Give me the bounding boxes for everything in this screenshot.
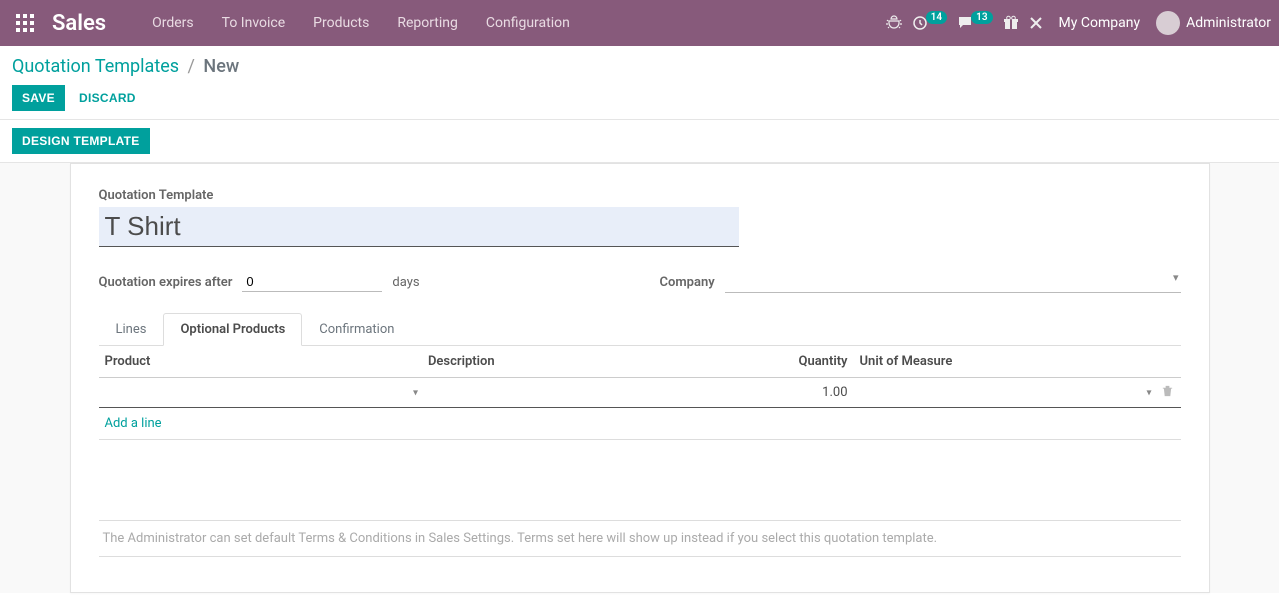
add-line-link[interactable]: Add a line [105,416,162,431]
menu-products[interactable]: Products [301,9,381,37]
main-menu: Orders To Invoice Products Reporting Con… [140,9,582,37]
template-name-label: Quotation Template [99,188,1181,203]
company-selector[interactable]: My Company [1053,15,1147,31]
col-uom: Unit of Measure [854,346,1156,378]
app-brand[interactable]: Sales [48,11,110,36]
apps-icon[interactable] [8,6,42,40]
col-product: Product [99,346,422,378]
tab-confirmation[interactable]: Confirmation [302,313,411,346]
gift-icon[interactable] [1003,15,1019,31]
user-menu[interactable]: Administrator [1156,11,1271,35]
breadcrumb: Quotation Templates / New [12,56,1263,77]
tab-bar: Lines Optional Products Confirmation [99,313,1181,346]
quantity-cell[interactable]: 1.00 [767,378,853,408]
menu-to-invoice[interactable]: To Invoice [210,9,298,37]
breadcrumb-parent[interactable]: Quotation Templates [12,56,179,77]
description-cell[interactable] [422,378,767,408]
form-background: Quotation Template Quotation expires aft… [0,163,1279,593]
col-description: Description [422,346,767,378]
delete-row-icon[interactable] [1155,378,1180,408]
table-row: ▾ 1.00 ▾ [99,378,1181,408]
top-navbar: Sales Orders To Invoice Products Reporti… [0,0,1279,46]
optional-products-table: Product Description Quantity Unit of Mea… [99,346,1181,500]
template-name-input[interactable] [99,207,739,247]
avatar [1156,11,1180,35]
breadcrumb-sep: / [188,56,195,77]
expires-unit: days [392,275,419,290]
menu-reporting[interactable]: Reporting [385,9,470,37]
form-sheet: Quotation Template Quotation expires aft… [70,163,1210,593]
expires-days-input[interactable] [242,272,382,292]
chevron-down-icon: ▾ [1146,387,1151,398]
product-input[interactable] [105,382,416,403]
user-name: Administrator [1186,15,1271,31]
company-select[interactable] [725,271,1181,293]
discard-button[interactable]: DISCARD [69,85,146,111]
close-icon[interactable] [1029,16,1043,30]
menu-configuration[interactable]: Configuration [474,9,582,37]
notebook: Lines Optional Products Confirmation Pro… [99,313,1181,557]
navbar-right: 14 13 My Company Administrator [886,11,1271,35]
chat-icon[interactable]: 13 [957,15,992,31]
tab-lines[interactable]: Lines [99,313,164,346]
design-template-button[interactable]: DESIGN TEMPLATE [12,128,150,154]
save-button[interactable]: SAVE [12,85,65,111]
menu-orders[interactable]: Orders [140,9,206,37]
clock-badge: 14 [926,11,947,24]
expires-label: Quotation expires after [99,275,233,290]
clock-icon[interactable]: 14 [912,15,947,31]
control-panel: Quotation Templates / New SAVE DISCARD [0,46,1279,120]
statusbar: DESIGN TEMPLATE [0,120,1279,163]
breadcrumb-current: New [203,56,239,77]
bug-icon[interactable] [886,15,902,31]
tab-optional-products[interactable]: Optional Products [163,313,302,346]
terms-placeholder[interactable]: The Administrator can set default Terms … [99,520,1181,557]
col-quantity: Quantity [767,346,853,378]
chat-badge: 13 [971,11,992,24]
company-label: Company [660,275,715,290]
